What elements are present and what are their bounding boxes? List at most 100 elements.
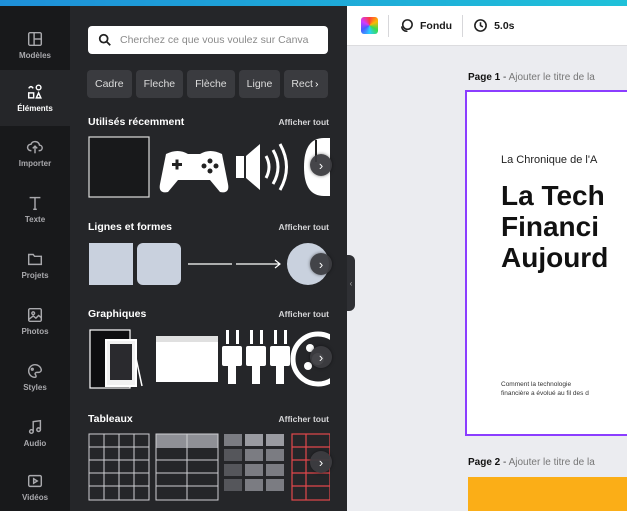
rounded-square-shape[interactable]: [137, 243, 181, 285]
top-accent-strip: [0, 0, 627, 6]
tables: [88, 433, 331, 501]
suggestion-chips: Cadre Fleche Flèche Ligne Rect ›: [87, 70, 329, 98]
sidebar-item-label: Modèles: [18, 51, 51, 60]
recent-items-row: ›: [88, 136, 332, 198]
section-title-lines: Lignes et formes: [88, 221, 173, 233]
toolbar-divider: [388, 14, 389, 37]
chip-rect[interactable]: Rect ›: [284, 70, 329, 98]
sidebar-item-elements[interactable]: Éléments: [0, 70, 70, 126]
image-icon: [27, 307, 43, 323]
duration-button[interactable]: 5.0s: [473, 18, 515, 33]
music-note-icon: [28, 419, 42, 435]
sidebar-item-modeles[interactable]: Modèles: [0, 20, 70, 70]
search-input[interactable]: [120, 34, 325, 46]
sidebar-item-label: Texte: [24, 215, 46, 224]
page-1-label[interactable]: Page 1 - Ajouter le titre de la: [468, 72, 595, 83]
document-kicker[interactable]: La Chronique de l'A: [501, 154, 597, 166]
subtext-line: Comment la technologie: [501, 381, 572, 388]
clock-icon: [474, 19, 487, 32]
collapse-panel-handle[interactable]: ‹: [347, 255, 355, 311]
arrow-line-shape[interactable]: [236, 259, 281, 269]
sidebar-item-videos[interactable]: Vidéos: [0, 462, 70, 511]
page-number: Page 2: [468, 457, 501, 468]
see-all-tables[interactable]: Afficher tout: [278, 414, 329, 424]
table-plain-grid[interactable]: [88, 433, 150, 501]
sidebar-item-texte[interactable]: Texte: [0, 184, 70, 234]
tablet-graphic[interactable]: [89, 329, 143, 389]
table-header-grid[interactable]: [155, 433, 219, 501]
elements-icon: [27, 84, 42, 99]
color-picker-swatch[interactable]: [361, 17, 378, 34]
document-headline[interactable]: La Tech Financi Aujourd: [501, 180, 608, 273]
subtext-line: financière a évolué au fil des d: [501, 390, 589, 397]
sidebar-item-label: Styles: [23, 383, 47, 392]
text-icon: [29, 196, 41, 211]
chevron-right-icon: ›: [318, 157, 324, 173]
lines-shapes-row: ›: [88, 243, 332, 285]
transition-label: Fondu: [420, 19, 453, 32]
sidebar-item-projets[interactable]: Projets: [0, 240, 70, 290]
window-graphic[interactable]: [156, 336, 218, 382]
next-arrow-button[interactable]: ›: [310, 253, 332, 275]
toolbar-divider: [462, 14, 464, 37]
sidebar-item-styles[interactable]: Styles: [0, 352, 70, 402]
chevron-left-icon: ‹: [349, 278, 353, 288]
page-title-hint: Ajouter le titre de la: [508, 72, 595, 83]
sidebar-rail: Modèles Éléments Importer Texte Projets …: [0, 0, 70, 511]
see-all-recent[interactable]: Afficher tout: [278, 117, 329, 127]
table-dark-grid[interactable]: [224, 434, 284, 491]
page-number: Page 1: [468, 72, 501, 83]
chip-fleche[interactable]: Fleche: [135, 70, 184, 98]
speaker-graphic[interactable]: [236, 143, 288, 191]
next-arrow-button[interactable]: ›: [310, 451, 332, 473]
recent-square-frame[interactable]: [88, 136, 150, 198]
page-title-hint: Ajouter le titre de la: [508, 457, 595, 468]
duration-label: 5.0s: [494, 19, 515, 32]
document-subtext[interactable]: Comment la technologie financière a évol…: [501, 380, 589, 398]
folder-icon: [27, 253, 43, 266]
page-2-label[interactable]: Page 2 - Ajouter le titre de la: [468, 457, 595, 468]
lines-shapes: [89, 243, 329, 285]
fade-transition-icon: [401, 19, 413, 32]
sidebar-item-importer[interactable]: Importer: [0, 128, 70, 178]
search-icon: [98, 33, 111, 46]
elements-panel: Cadre Fleche Flèche Ligne Rect› Utilisés…: [70, 0, 347, 511]
gamepad-graphic[interactable]: [159, 151, 229, 193]
chip-label: Rect: [291, 78, 313, 90]
sidebar-item-label: Importer: [18, 159, 52, 168]
section-title-recent: Utilisés récemment: [88, 116, 185, 128]
recent-items: [88, 136, 330, 198]
section-title-tables: Tableaux: [88, 413, 133, 425]
page-2-canvas[interactable]: [468, 477, 627, 511]
chevron-right-icon: ›: [318, 349, 324, 365]
chevron-right-icon: ›: [314, 78, 319, 90]
sidebar-item-label: Vidéos: [21, 493, 49, 502]
sidebar-item-photos[interactable]: Photos: [0, 296, 70, 346]
transition-button[interactable]: Fondu: [399, 18, 452, 33]
chip-fleche-accent[interactable]: Flèche: [187, 70, 235, 98]
chip-cadre[interactable]: Cadre: [87, 70, 132, 98]
upload-cloud-icon: [26, 140, 43, 154]
search-box[interactable]: [88, 26, 328, 54]
section-title-graphics: Graphiques: [88, 308, 147, 320]
editor-canvas-area: Fondu 5.0s Page 1 - Ajouter le titre de …: [347, 6, 627, 511]
palette-icon: [27, 363, 43, 379]
see-all-graphics[interactable]: Afficher tout: [278, 309, 329, 319]
next-arrow-button[interactable]: ›: [310, 346, 332, 368]
chip-ligne[interactable]: Ligne: [238, 70, 281, 98]
sidebar-item-audio[interactable]: Audio: [0, 408, 70, 458]
chevron-right-icon: ›: [318, 256, 324, 272]
see-all-lines[interactable]: Afficher tout: [278, 222, 329, 232]
editor-toolbar: Fondu 5.0s: [347, 6, 627, 46]
sidebar-item-label: Éléments: [17, 104, 53, 113]
graphics-row: ›: [88, 328, 346, 390]
video-icon: [27, 474, 43, 488]
chevron-right-icon: ›: [318, 454, 324, 470]
sidebar-item-label: Projets: [21, 271, 49, 280]
sidebar-item-label: Photos: [21, 327, 49, 336]
square-shape[interactable]: [89, 243, 133, 285]
plug-connectors-graphic[interactable]: [222, 330, 290, 384]
graphics: [89, 329, 346, 389]
page-1-canvas[interactable]: La Chronique de l'A La Tech Financi Aujo…: [465, 90, 627, 436]
next-arrow-button[interactable]: ›: [310, 154, 332, 176]
